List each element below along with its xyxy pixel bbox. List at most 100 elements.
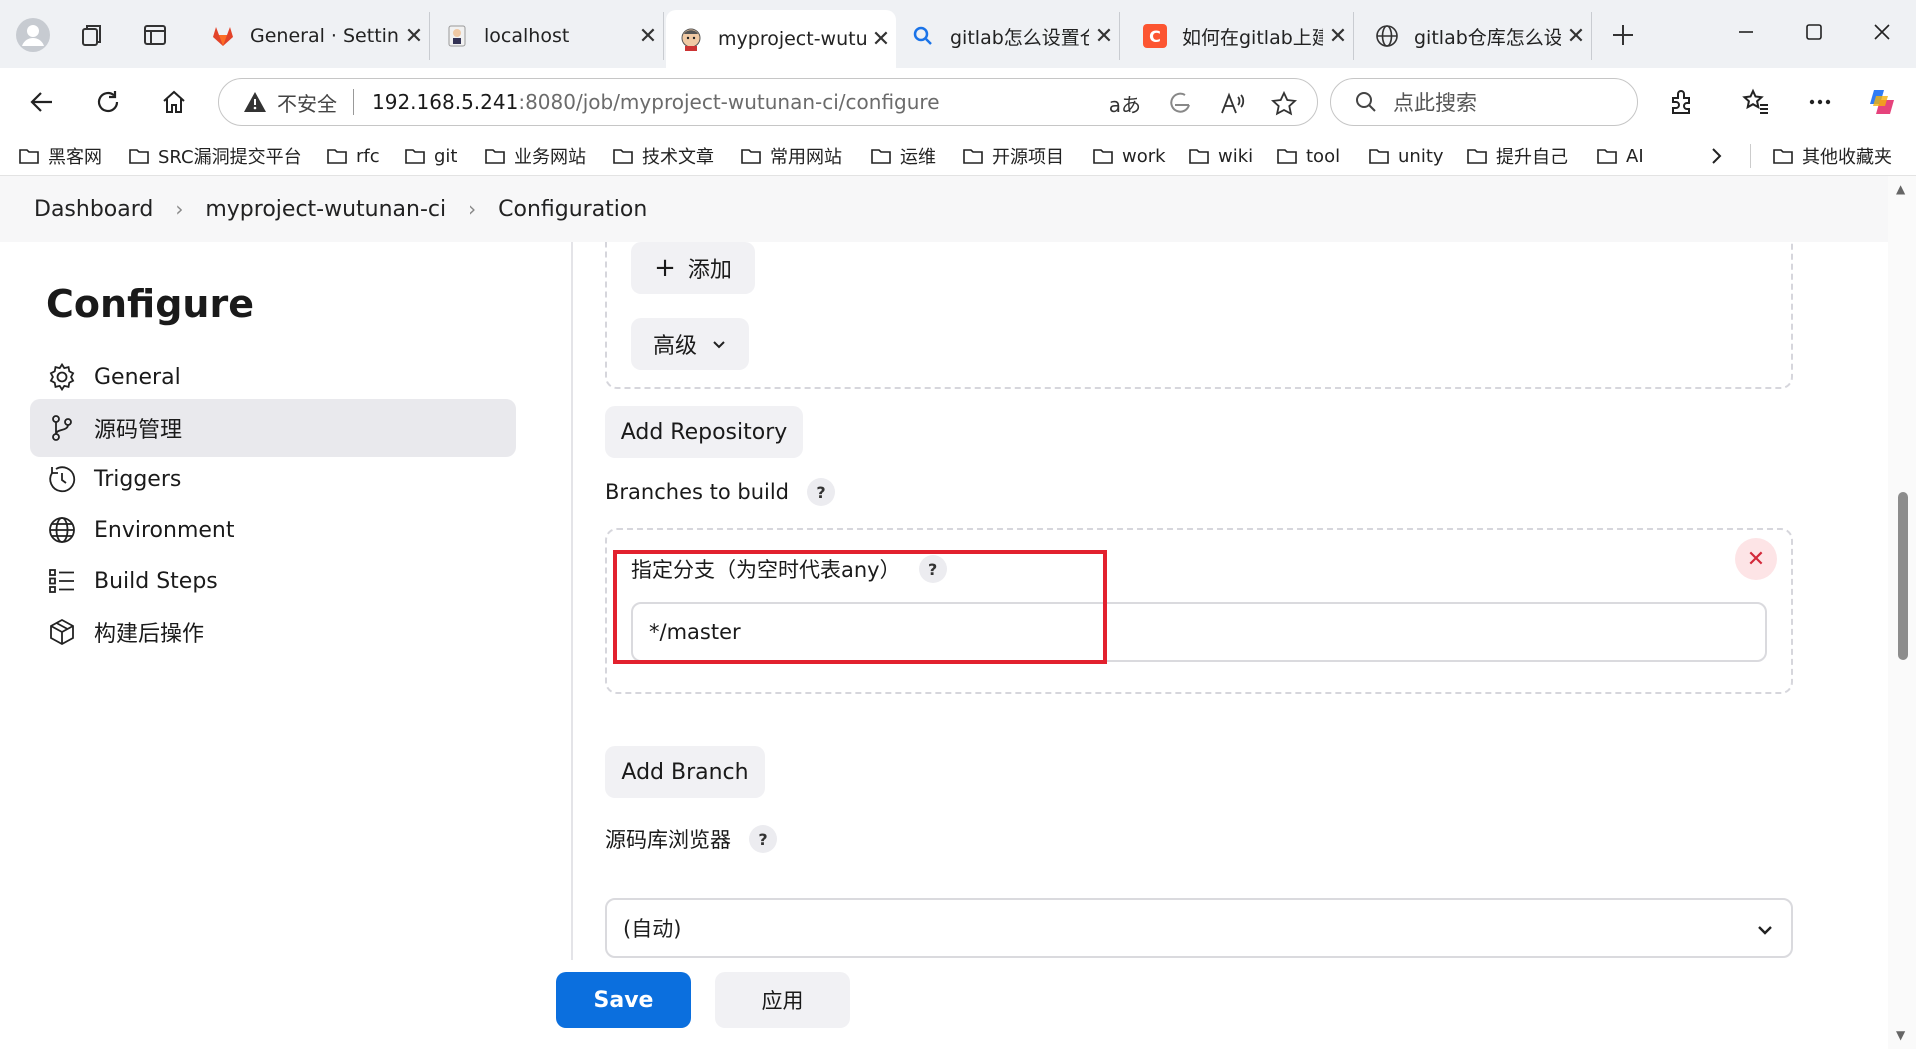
add-repository-button[interactable]: Add Repository	[605, 406, 803, 458]
sidebar-item-post-build[interactable]: 构建后操作	[30, 603, 516, 661]
save-button[interactable]: Save	[556, 972, 691, 1028]
folder-icon	[963, 149, 983, 164]
add-branch-button[interactable]: Add Branch	[605, 746, 765, 798]
repository-config-box	[605, 242, 1793, 389]
sidebar-item-label: General	[94, 364, 181, 390]
sidebar-item-general[interactable]: General	[30, 348, 516, 406]
jenkins-page: Dashboard › myproject-wutunan-ci › Confi…	[0, 176, 1916, 1049]
list-icon	[46, 565, 78, 597]
sidebar-item-scm[interactable]: 源码管理	[30, 399, 516, 457]
sidebar-item-label: Triggers	[94, 466, 182, 492]
maximize-icon[interactable]	[1784, 12, 1844, 52]
new-tab-icon[interactable]	[1604, 16, 1642, 54]
tab-close-icon[interactable]: ✕	[866, 27, 896, 52]
sticky-action-bar	[0, 960, 1888, 1049]
search-icon	[910, 23, 936, 49]
bookmark-folder[interactable]: unity	[1368, 140, 1444, 172]
bookmark-folder[interactable]: git	[404, 140, 457, 172]
bookmark-folder[interactable]: AI	[1596, 140, 1644, 172]
breadcrumb-dashboard[interactable]: Dashboard	[34, 197, 153, 222]
bookmark-label: wiki	[1218, 145, 1254, 167]
bookmark-folder[interactable]: 运维	[870, 140, 936, 172]
bookmark-folder[interactable]: rfc	[326, 140, 380, 172]
tab-close-icon[interactable]: ✕	[1561, 24, 1591, 49]
bookmark-folder[interactable]: wiki	[1188, 140, 1253, 172]
chevron-down-icon	[1758, 926, 1772, 935]
scroll-down-arrow-icon[interactable]: ▼	[1896, 1028, 1905, 1042]
read-aloud-icon[interactable]	[1219, 91, 1245, 117]
help-icon[interactable]: ?	[807, 478, 836, 506]
warning-icon	[244, 92, 266, 112]
repo-browser-value: (自动)	[623, 917, 682, 941]
tab-close-icon[interactable]: ✕	[1089, 24, 1119, 49]
svg-text:C: C	[1149, 27, 1161, 46]
more-menu-icon[interactable]	[1800, 82, 1840, 122]
tab-localhost[interactable]: localhost ✕	[432, 12, 664, 60]
folder-icon	[1369, 149, 1389, 164]
url-path: :8080/job/myproject-wutunan-ci/configure	[518, 90, 940, 114]
tab-search-gitlab[interactable]: gitlab怎么设置仓库 ✕	[898, 12, 1120, 60]
remove-branch-close-icon[interactable]: ✕	[1735, 538, 1777, 580]
tab-gitlab-repo[interactable]: gitlab仓库怎么设置 ✕	[1362, 12, 1592, 60]
bookmarks-overflow-chevron-icon[interactable]	[1706, 140, 1726, 172]
extensions-icon[interactable]	[1662, 82, 1702, 122]
bookmark-folder[interactable]: 提升自己	[1466, 140, 1568, 172]
bookmark-folder[interactable]: 技术文章	[612, 140, 714, 172]
favorite-star-icon[interactable]	[1271, 90, 1297, 117]
tab-title: localhost	[484, 25, 570, 47]
bookmark-folder[interactable]: 业务网站	[484, 140, 586, 172]
bookmark-folder[interactable]: work	[1092, 140, 1166, 172]
package-icon	[46, 616, 78, 648]
security-warning[interactable]: 不安全	[243, 88, 337, 117]
folder-icon	[1467, 149, 1487, 164]
favorites-icon[interactable]	[1736, 82, 1776, 122]
scroll-thumb[interactable]	[1898, 492, 1908, 660]
back-icon[interactable]	[22, 82, 62, 122]
bookmark-folder[interactable]: 常用网站	[740, 140, 842, 172]
bookmark-label: 其他收藏夹	[1802, 147, 1892, 168]
sidebar-item-environment[interactable]: Environment	[30, 501, 516, 559]
bookmark-label: 开源项目	[992, 147, 1064, 168]
bookmark-folder[interactable]: 黑客网	[18, 140, 102, 172]
refresh-icon[interactable]	[88, 82, 128, 122]
profile-avatar-icon[interactable]	[14, 16, 52, 54]
tab-close-icon[interactable]: ✕	[1323, 24, 1353, 49]
breadcrumb-project[interactable]: myproject-wutunan-ci	[205, 197, 446, 222]
repo-browser-select[interactable]: (自动)	[605, 898, 1793, 958]
edge-extension-icon[interactable]	[1167, 91, 1193, 117]
tab-myproject[interactable]: myproject-wutunan-ci ✕	[666, 10, 896, 68]
tab-title: myproject-wutunan-ci	[718, 28, 866, 50]
other-bookmarks-folder[interactable]: 其他收藏夹	[1772, 140, 1892, 172]
scroll-up-arrow-icon[interactable]: ▲	[1896, 182, 1905, 196]
page-title: Configure	[46, 282, 254, 326]
apply-button[interactable]: 应用	[715, 972, 850, 1028]
breadcrumb-configuration[interactable]: Configuration	[498, 197, 647, 222]
window-close-icon[interactable]	[1852, 12, 1912, 52]
repo-browser-label-row: 源码库浏览器 ?	[605, 824, 777, 854]
vertical-tabs-icon[interactable]	[136, 16, 174, 54]
tab-gitlab-settings[interactable]: General · Settings ✕	[198, 12, 430, 60]
bookmark-folder[interactable]: tool	[1276, 140, 1340, 172]
page-scrollbar[interactable]: ▲ ▼	[1888, 176, 1916, 1049]
advanced-button[interactable]: 高级	[631, 318, 749, 370]
bookmark-label: SRC漏洞提交平台	[158, 147, 302, 168]
bookmark-folder[interactable]: 开源项目	[962, 140, 1064, 172]
add-credentials-button[interactable]: + 添加	[631, 242, 755, 294]
address-bar[interactable]: 不安全 192.168.5.241:8080/job/myproject-wut…	[218, 78, 1318, 126]
tab-close-icon[interactable]: ✕	[399, 24, 429, 49]
sidebar-item-triggers[interactable]: Triggers	[30, 450, 516, 508]
sidebar-item-build-steps[interactable]: Build Steps	[30, 552, 516, 610]
home-icon[interactable]	[154, 82, 194, 122]
sidebar-item-label: 源码管理	[94, 418, 183, 443]
minimize-icon[interactable]	[1716, 12, 1776, 52]
tab-close-icon[interactable]: ✕	[633, 24, 663, 49]
tab-csdn[interactable]: C 如何在gitlab上建立 ✕	[1130, 12, 1354, 60]
help-icon[interactable]: ?	[749, 825, 777, 853]
bookmark-folder[interactable]: SRC漏洞提交平台	[128, 140, 302, 172]
browser-search-box[interactable]: 点此搜索	[1330, 78, 1638, 126]
folder-icon	[741, 149, 761, 164]
translate-icon[interactable]: aあ	[1109, 89, 1141, 118]
copilot-icon[interactable]	[1862, 82, 1902, 122]
workspaces-icon[interactable]	[74, 16, 112, 54]
browser-toolbar: 不安全 192.168.5.241:8080/job/myproject-wut…	[0, 68, 1916, 136]
